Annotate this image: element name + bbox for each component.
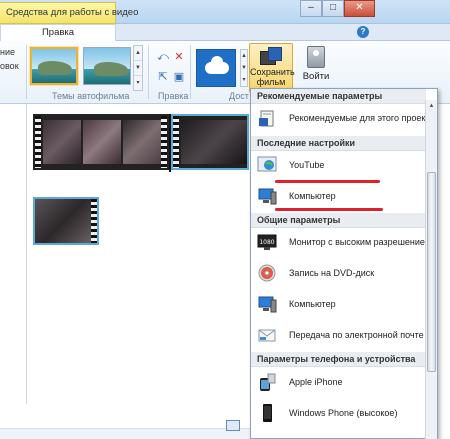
gallery-down-icon[interactable]: ▼ [134,61,142,76]
menu-item-burn-dvd[interactable]: Запись на DVD-диск [251,260,426,286]
gallery-up-icon[interactable]: ▲ [134,46,142,61]
menu-item-youtube[interactable]: YouTube [251,152,426,178]
iphone-icon [260,373,276,391]
svg-text:1080: 1080 [259,239,274,246]
close-button[interactable]: ✕ [344,0,375,17]
scroll-up-icon[interactable]: ▲ [426,100,437,112]
menu-scroll-thumb[interactable] [427,172,436,372]
menu-item-label: Windows Phone (высокое) [289,408,398,418]
save-movie-button[interactable]: Сохранить фильм ▾ [249,43,295,97]
menu-item-computer[interactable]: Компьютер [251,291,426,317]
highlight-underline [275,180,380,183]
rotate-left-icon[interactable]: ⤺ [156,51,170,64]
ribbon-separator [148,45,149,99]
recommended-settings-icon [259,110,274,127]
minimize-button[interactable]: – [300,0,322,17]
menu-item-email[interactable]: Передача по электронной почте [251,322,426,348]
user-icon [307,46,325,68]
tab-edit[interactable]: Правка [0,24,116,41]
ribbon-separator [26,45,27,99]
menu-item-recommended-project[interactable]: Рекомендуемые для этого проекта [251,105,434,131]
maximize-button[interactable]: □ [322,0,344,17]
storyboard-divider [26,104,27,404]
email-icon [258,329,276,342]
menu-item-label: Apple iPhone [289,377,343,387]
theme-gallery-scroll[interactable]: ▲ ▼ ▾ [133,45,143,91]
windows-phone-icon [263,404,272,422]
menu-item-label: YouTube [289,160,325,170]
menu-item-hd-monitor[interactable]: 1080 Монитор с высоким разрешением [251,229,431,255]
ribbon-cut-label-1[interactable]: ние [0,47,15,57]
menu-item-apple-iphone[interactable]: Apple iPhone [251,369,426,395]
group-label-edit: Правка [158,91,189,101]
zoom-storyboard-icon[interactable] [226,420,240,431]
group-label-themes: Темы автофильма [52,91,130,101]
cloud-icon [205,56,229,74]
video-clip-2-selected[interactable] [171,114,249,170]
menu-item-label: Передача по электронной почте [289,330,424,340]
snapshot-icon[interactable]: ▣ [172,71,186,84]
menu-item-label: Компьютер [289,191,336,201]
video-clip-1[interactable] [33,114,169,170]
delete-icon[interactable]: ✕ [172,51,186,64]
dvd-icon [258,264,276,282]
theme-thumbnail[interactable] [83,47,131,85]
playback-cursor[interactable] [169,114,171,172]
menu-item-computer-recent[interactable]: Компьютер [251,183,426,209]
save-movie-dropdown-menu: Рекомендуемые параметры Рекомендуемые дл… [250,88,438,439]
section-header-recommended: Рекомендуемые параметры [251,89,426,104]
gallery-expand-icon[interactable]: ▾ [134,76,142,91]
sign-in-button[interactable]: Войти [300,43,332,93]
status-bar [0,428,250,439]
title-bar: Средства для работы с видео – □ ✕ [0,0,450,24]
menu-item-label: Рекомендуемые для этого проекта [289,113,435,123]
computer-icon [258,188,277,205]
hd-monitor-icon: 1080 [257,234,277,250]
share-gallery-scroll[interactable]: ▲ ▼ ▾ [240,49,248,87]
computer-icon [258,296,277,313]
section-header-phone-devices: Параметры телефона и устройства [251,352,426,367]
help-icon[interactable]: ? [357,26,369,38]
save-movie-icon [260,47,282,67]
menu-item-label: Компьютер [289,299,336,309]
globe-icon [257,156,277,172]
section-header-general: Общие параметры [251,213,426,228]
video-tools-context-tab[interactable]: Средства для работы с видео [0,2,138,24]
menu-item-label: Запись на DVD-диск [289,268,375,278]
highlight-underline [275,208,383,211]
menu-scrollbar[interactable]: ▲ [425,100,437,439]
ribbon-separator [190,45,191,99]
menu-item-label: Монитор с высоким разрешением [289,237,432,247]
onedrive-share-button[interactable] [196,49,236,87]
group-label-share: Дост [229,91,249,101]
section-header-recent: Последние настройки [251,136,426,151]
menu-item-windows-phone[interactable]: Windows Phone (высокое) [251,400,426,426]
save-movie-label: Сохранить фильм [250,67,295,87]
ribbon-tab-row: Правка ? [0,24,450,41]
video-clip-3-selected[interactable] [33,197,99,245]
select-all-icon[interactable]: ⇱ [156,71,170,84]
ribbon-cut-label-2[interactable]: овок [0,61,19,71]
theme-thumbnail-selected[interactable] [30,47,78,85]
sign-in-label: Войти [302,71,330,82]
